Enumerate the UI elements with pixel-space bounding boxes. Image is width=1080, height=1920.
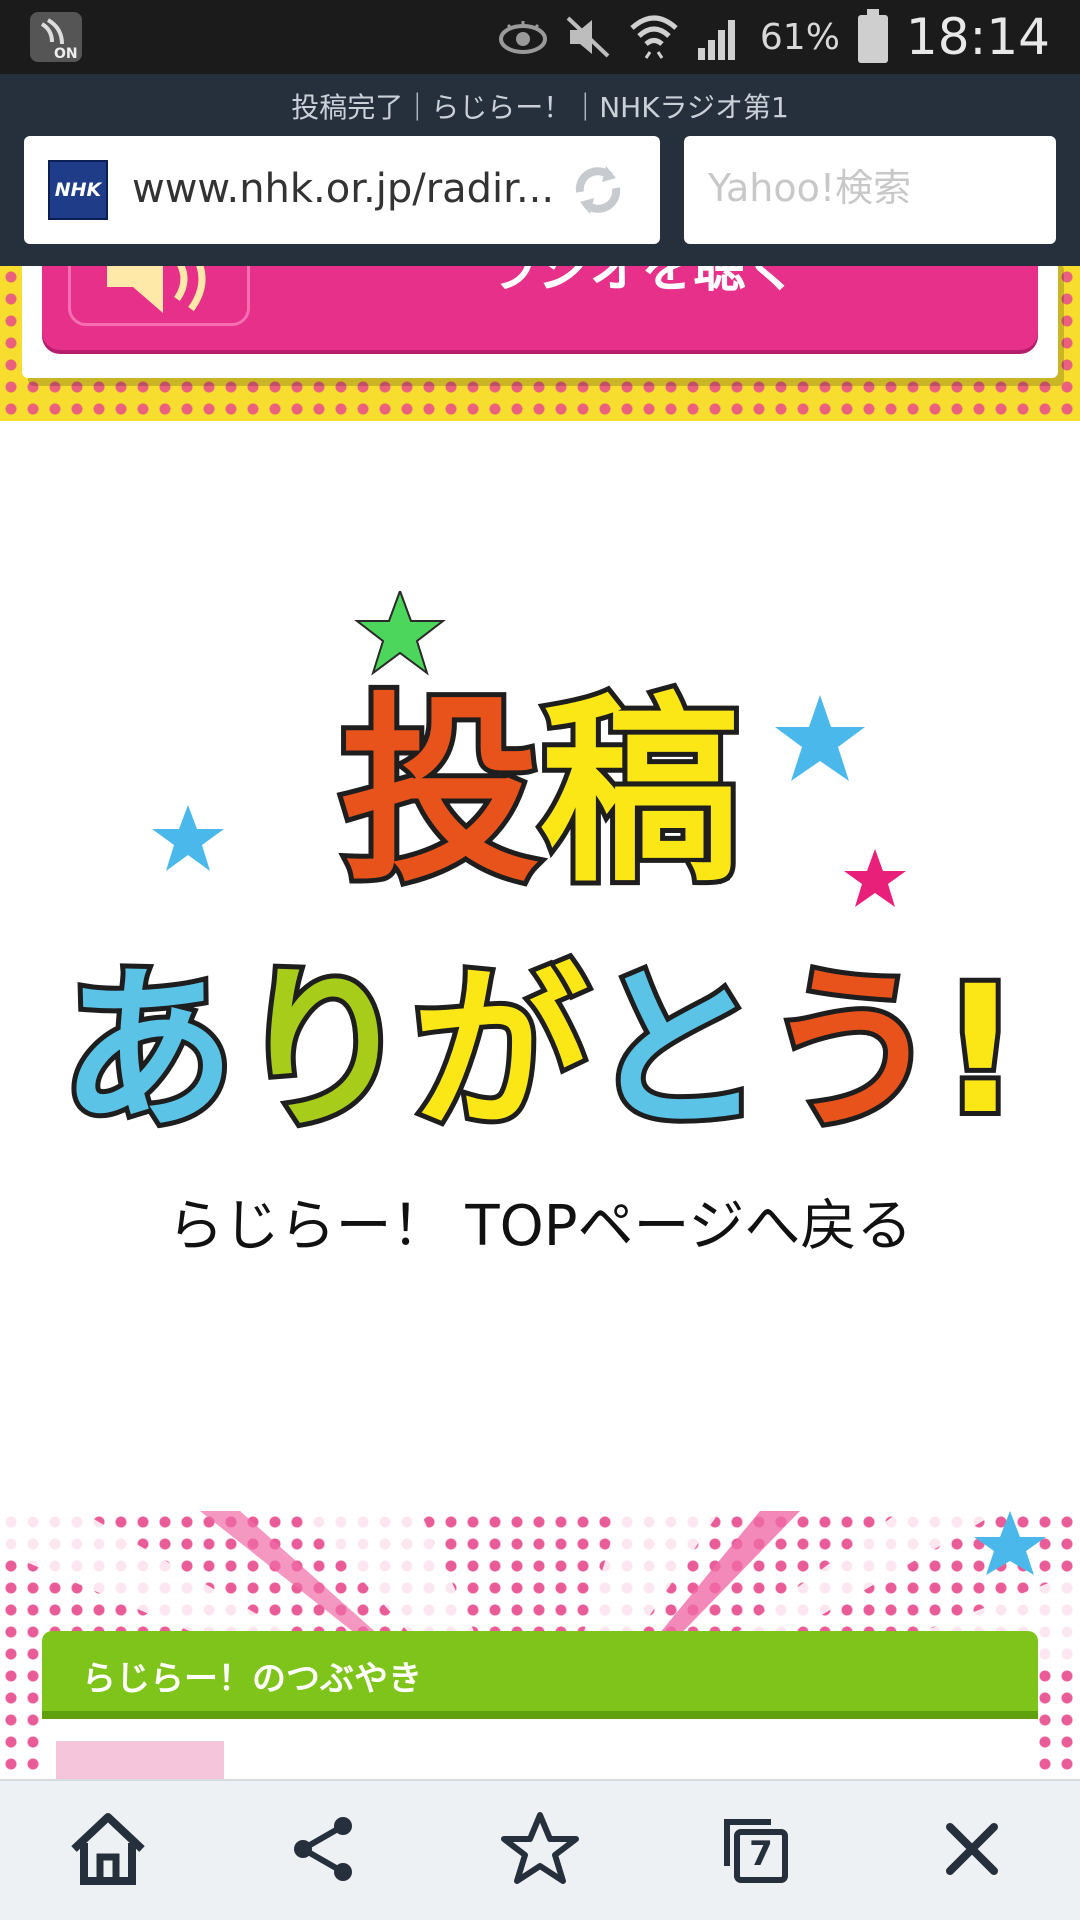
tweet-thumbnail[interactable] (56, 1741, 224, 1779)
close-button[interactable] (912, 1791, 1032, 1911)
tabs-button[interactable]: 7 (696, 1791, 816, 1911)
mute-icon (564, 14, 612, 60)
listen-radio-label: ラジオを聴く (486, 266, 798, 299)
page-title: 投稿完了｜らじらー！｜NHKラジオ第1 (291, 91, 789, 124)
blue-star-icon-right (775, 695, 865, 781)
status-bar: ON 61% 18:14 (0, 0, 1080, 74)
clock-time: 18:14 (905, 8, 1050, 66)
blue-star-icon-left (152, 805, 224, 871)
thanks-graphic: 投 稿 ありがとう! (60, 591, 1020, 1151)
smart-stay-eye-icon (498, 17, 548, 57)
top-banner: ラジオを聴く (0, 266, 1080, 421)
close-icon (942, 1819, 1002, 1883)
back-to-top-link[interactable]: らじらー！ TOPページへ戻る (0, 1181, 1080, 1262)
green-star-icon (354, 591, 446, 676)
heading-arigatou: ありがとう! (60, 948, 1020, 1151)
star-icon (500, 1811, 580, 1891)
share-icon (289, 1814, 359, 1888)
browser-toolbar: 投稿完了｜らじらー！｜NHKラジオ第1 NHK www.nhk.or.jp/ra… (0, 74, 1080, 266)
small-blue-star-icon (974, 1511, 1046, 1575)
search-input[interactable] (708, 166, 1038, 210)
tweets-header: らじらー！のつぶやき (42, 1631, 1038, 1719)
listen-radio-button[interactable]: ラジオを聴く (42, 266, 1038, 350)
tweets-section: らじらー！のつぶやき (0, 1511, 1080, 1779)
wifi-icon (628, 10, 680, 64)
tweets-card: らじらー！のつぶやき (42, 1631, 1038, 1779)
pink-star-icon (844, 849, 906, 907)
reload-icon[interactable] (566, 158, 630, 222)
search-box[interactable] (684, 136, 1056, 244)
bookmark-button[interactable] (480, 1791, 600, 1911)
battery-icon (856, 9, 890, 65)
heading-toukou-char1: 投 (340, 676, 540, 909)
home-icon (68, 1811, 148, 1891)
home-button[interactable] (48, 1791, 168, 1911)
speaker-icon (68, 266, 250, 326)
svg-text:ON: ON (54, 46, 78, 62)
battery-percent: 61% (759, 16, 840, 58)
tabs-count: 7 (749, 1833, 773, 1874)
signal-icon (696, 12, 744, 62)
address-bar[interactable]: NHK www.nhk.or.jp/radir... (24, 136, 660, 244)
heading-toukou-char2: 稿 (540, 676, 740, 909)
site-favicon: NHK (48, 160, 108, 220)
banner-card: ラジオを聴く (22, 266, 1058, 378)
tweets-title: らじらー！のつぶやき (82, 1659, 422, 1699)
share-button[interactable] (264, 1791, 384, 1911)
tabs-icon: 7 (721, 1816, 791, 1886)
url-text[interactable]: www.nhk.or.jp/radir... (132, 166, 552, 212)
nfc-on-icon: ON (28, 10, 84, 64)
browser-screen: ON 61% 18:14 投稿完了｜らじらー！｜NHKラジオ第1 NHK www… (0, 0, 1080, 1920)
browser-bottom-toolbar: 7 (0, 1779, 1080, 1920)
thanks-section: 投 稿 ありがとう! らじらー！ TOPページへ戻る (0, 421, 1080, 1511)
